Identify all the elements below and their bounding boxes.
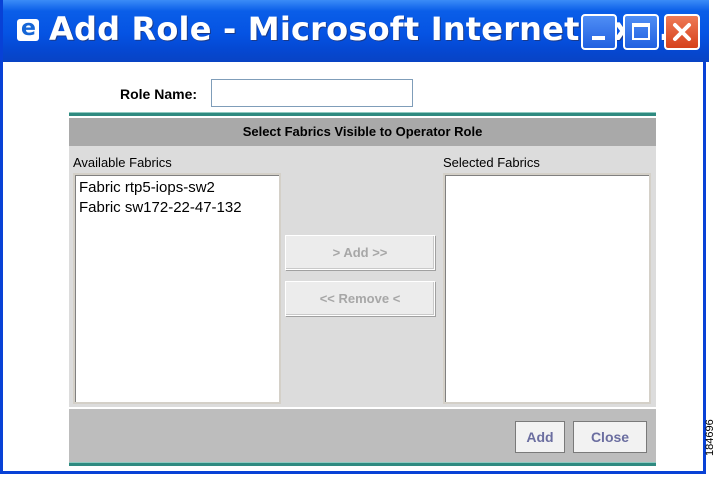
top-divider (69, 112, 656, 116)
dialog-footer: Add Close (69, 407, 656, 462)
role-name-label: Role Name: (120, 86, 198, 102)
title-bar[interactable]: Add Role - Microsoft Internet Ex... (3, 0, 709, 62)
close-window-button[interactable] (664, 14, 700, 50)
remove-from-selected-button[interactable]: << Remove < (285, 281, 435, 316)
bottom-divider (69, 462, 656, 466)
selected-fabrics-list[interactable] (443, 173, 651, 404)
window-title: Add Role - Microsoft Internet Ex... (49, 10, 671, 48)
close-button[interactable]: Close (573, 421, 647, 453)
figure-id: 184696 (704, 419, 716, 456)
close-icon (673, 23, 691, 41)
minimize-button[interactable] (581, 14, 617, 50)
ie-icon (17, 16, 39, 41)
selected-fabrics-label: Selected Fabrics (443, 155, 540, 170)
maximize-button[interactable] (623, 14, 659, 50)
list-item[interactable]: Fabric sw172-22-47-132 (75, 198, 279, 218)
add-to-selected-button[interactable]: > Add >> (285, 235, 435, 270)
panel-header: Select Fabrics Visible to Operator Role (69, 118, 656, 146)
browser-window: Add Role - Microsoft Internet Ex... Role… (0, 0, 709, 474)
role-name-input[interactable] (211, 79, 413, 107)
fabric-selection-panel: Select Fabrics Visible to Operator Role … (69, 118, 656, 462)
available-fabrics-list[interactable]: Fabric rtp5-iops-sw2 Fabric sw172-22-47-… (73, 173, 281, 404)
list-item[interactable]: Fabric rtp5-iops-sw2 (75, 178, 279, 198)
add-button[interactable]: Add (515, 421, 565, 453)
available-fabrics-label: Available Fabrics (73, 155, 172, 170)
panel-title: Select Fabrics Visible to Operator Role (242, 124, 483, 139)
